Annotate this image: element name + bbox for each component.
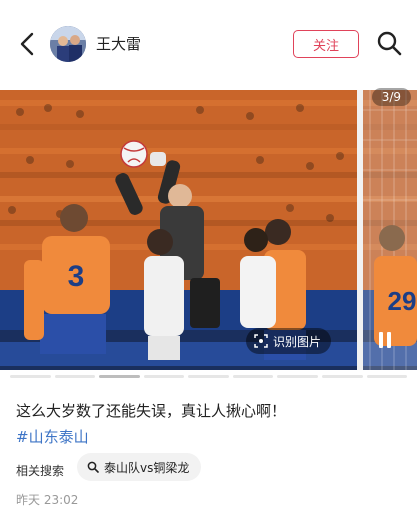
- player-number-3: 3: [68, 260, 85, 293]
- progress-segment: [99, 375, 140, 378]
- progress-segment: [54, 375, 96, 378]
- search-icon: [87, 461, 99, 473]
- carousel-progress: [10, 375, 408, 378]
- progress-segment: [232, 375, 274, 378]
- progress-segment: [143, 375, 185, 378]
- scan-icon: [254, 334, 268, 348]
- progress-segment: [321, 375, 363, 378]
- football-scene-image: 3 29: [0, 90, 417, 370]
- related-search-label: 相关搜索: [16, 464, 65, 478]
- progress-segment: [277, 375, 318, 378]
- progress-segment: [10, 375, 51, 378]
- follow-button[interactable]: 关注: [293, 30, 359, 58]
- identify-image-button[interactable]: 识别图片: [246, 328, 332, 354]
- avatar[interactable]: [50, 26, 86, 62]
- progress-segment: [366, 375, 408, 378]
- chevron-left-icon[interactable]: [14, 30, 42, 58]
- identify-image-label: 识别图片: [273, 334, 322, 349]
- post-caption: 这么大岁数了还能失误，真让人揪心啊！: [16, 402, 287, 420]
- pause-icon[interactable]: [378, 331, 392, 349]
- page-indicator: 3/9: [371, 88, 411, 106]
- post-timestamp: 昨天 23:02: [16, 493, 79, 507]
- player-number-29: 29: [388, 286, 417, 316]
- hashtag-link[interactable]: #山东泰山: [16, 426, 89, 447]
- username[interactable]: 王大雷: [96, 33, 141, 54]
- related-search-query: 泰山队vs铜梁龙: [104, 460, 190, 475]
- progress-segment: [188, 375, 229, 378]
- related-search-chip[interactable]: 泰山队vs铜梁龙: [77, 453, 202, 481]
- search-icon[interactable]: [376, 30, 402, 56]
- post-photo[interactable]: 3 29: [0, 90, 417, 370]
- post-header: 王大雷 关注: [0, 0, 417, 86]
